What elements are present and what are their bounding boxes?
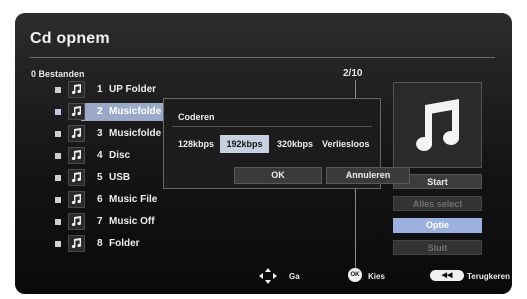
item-number: 5	[97, 172, 103, 183]
cancel-button[interactable]: Annuleren	[326, 167, 410, 184]
page-title: Cd opnem	[30, 30, 110, 47]
bitrate-option-320[interactable]: 320kbps	[277, 135, 313, 153]
ok-button[interactable]: OK	[234, 167, 322, 184]
item-number: 1	[97, 84, 103, 95]
list-item[interactable]: 6 Music File	[48, 190, 354, 210]
item-name: Musicfolde	[109, 106, 162, 117]
title-divider	[30, 57, 495, 58]
navigate-hint: Ga	[289, 272, 300, 281]
music-note-icon	[68, 125, 85, 142]
music-note-icon	[68, 147, 85, 164]
album-thumbnail	[393, 82, 482, 168]
checkbox[interactable]	[55, 219, 61, 225]
rewind-icon: ◀◀	[430, 270, 464, 281]
bitrate-option-128[interactable]: 128kbps	[178, 135, 214, 153]
back-hint: Terugkeren	[467, 272, 510, 281]
item-number: 6	[97, 194, 103, 205]
item-number: 3	[97, 128, 103, 139]
list-item[interactable]: 8 Folder	[48, 234, 354, 254]
item-number: 2	[97, 106, 103, 117]
dpad-arrows-icon	[259, 268, 277, 284]
checkbox[interactable]	[55, 131, 61, 137]
music-note-icon	[68, 213, 85, 230]
dialog-title: Coderen	[178, 112, 215, 122]
item-name: Folder	[109, 238, 140, 249]
select-hint: Kies	[368, 272, 385, 281]
music-note-icon	[68, 169, 85, 186]
item-name: UP Folder	[109, 84, 157, 95]
checkbox[interactable]	[55, 87, 61, 93]
item-name: Disc	[109, 150, 131, 161]
file-count: 0 Bestanden	[31, 69, 85, 79]
music-note-icon	[68, 235, 85, 252]
checkbox[interactable]	[55, 175, 61, 181]
option-button[interactable]: Optie	[393, 218, 482, 233]
checkbox[interactable]	[55, 109, 61, 115]
music-note-icon	[68, 191, 85, 208]
bitrate-option-lossless[interactable]: Verliesloos	[322, 135, 370, 153]
music-note-icon	[416, 99, 460, 151]
select-all-button[interactable]: Alles select	[393, 196, 482, 211]
item-name: Musicfolde	[109, 128, 162, 139]
bitrate-option-192[interactable]: 192kbps	[220, 135, 269, 153]
dialog-divider	[172, 126, 372, 127]
ok-badge: OK	[348, 268, 362, 282]
list-item[interactable]: 7 Music Off	[48, 212, 354, 232]
item-name: Music Off	[109, 216, 155, 227]
checkbox[interactable]	[55, 153, 61, 159]
screen: Cd opnem 0 Bestanden 2/10 1 UP Folder 2 …	[0, 0, 527, 299]
checkbox[interactable]	[55, 241, 61, 247]
item-number: 7	[97, 216, 103, 227]
music-note-icon	[68, 103, 85, 120]
item-number: 8	[97, 238, 103, 249]
checkbox[interactable]	[55, 197, 61, 203]
encoding-dialog: Coderen 128kbps 192kbps 320kbps Verliesl…	[163, 98, 410, 189]
item-name: Music File	[109, 194, 158, 205]
item-number: 4	[97, 150, 103, 161]
item-name: USB	[109, 172, 131, 183]
list-item[interactable]: 1 UP Folder	[48, 80, 354, 100]
page-indicator: 2/10	[343, 68, 363, 79]
close-button[interactable]: Sluit	[393, 240, 482, 255]
music-note-icon	[68, 81, 85, 98]
